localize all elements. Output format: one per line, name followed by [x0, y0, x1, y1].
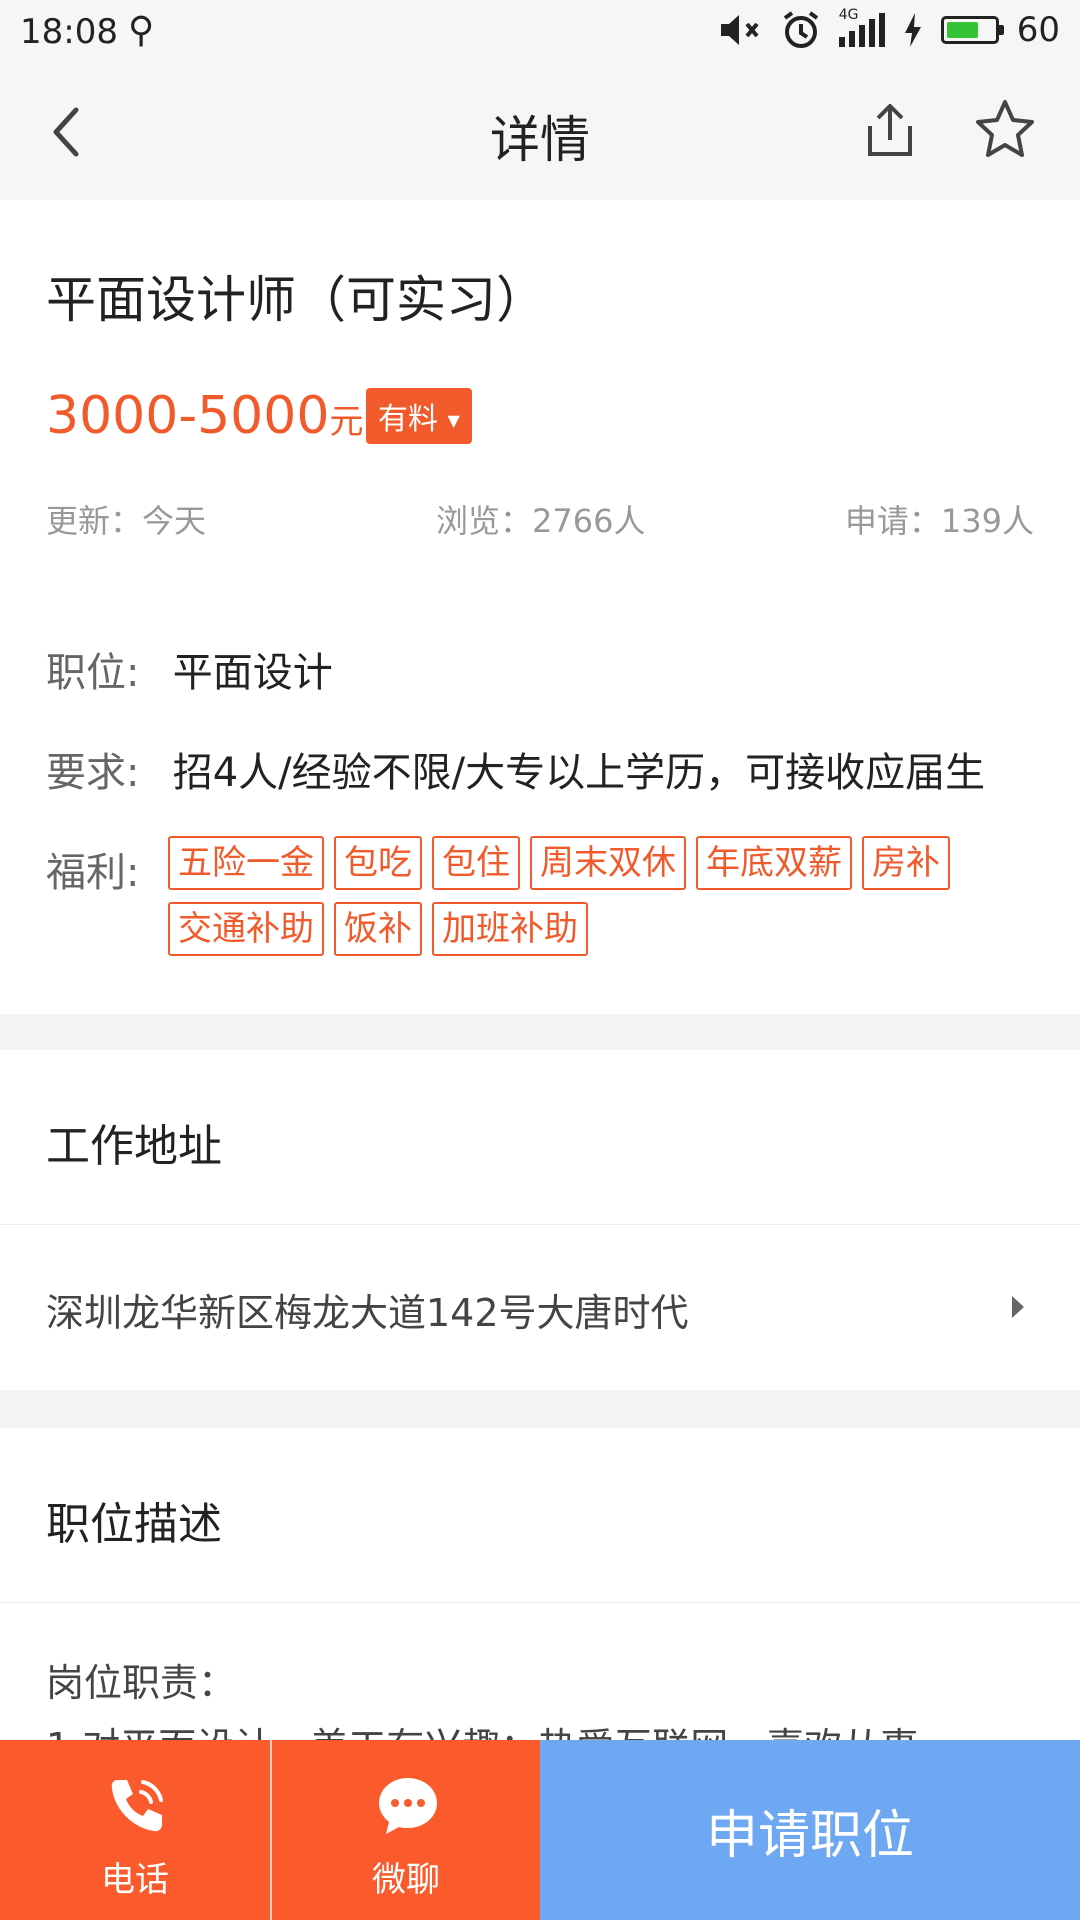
nav-bar: 详情	[0, 64, 1080, 200]
status-time: 18:08	[20, 12, 118, 52]
phone-label: 电话	[101, 1860, 169, 1900]
salary-unit: 元	[329, 402, 364, 442]
benefits-label: 福利:	[46, 850, 140, 896]
address-section-title: 工作地址	[46, 1121, 222, 1172]
job-header: 平面设计师（可实习） 3000-5000元 有料 ▼ 更新：今天 浏览：2766…	[0, 200, 1080, 587]
benefit-tag: 年底双薪	[696, 836, 852, 890]
view-count: 浏览：2766人	[436, 502, 646, 540]
charging-icon	[904, 13, 921, 47]
youliao-label: 有料	[378, 402, 438, 437]
benefit-tag: 包吃	[334, 836, 422, 890]
battery-icon	[940, 16, 1004, 44]
star-icon[interactable]	[974, 98, 1036, 160]
position-label: 职位:	[46, 650, 140, 696]
status-icons: 4G 60	[719, 7, 1060, 50]
benefits-row: 福利:	[46, 840, 160, 898]
salary: 3000-5000元	[46, 386, 363, 446]
chat-icon	[379, 1778, 437, 1834]
status-bar: 18:08 ⚲ 4G 60	[0, 0, 1080, 64]
benefit-tag: 加班补助	[432, 902, 588, 956]
description-section-title: 职位描述	[46, 1499, 222, 1550]
phone-button[interactable]: 电话	[0, 1740, 270, 1920]
divider	[0, 1224, 1080, 1225]
position-row: 职位: 平面设计	[46, 640, 333, 698]
battery-level: 60	[1016, 10, 1060, 50]
youliao-tag[interactable]: 有料 ▼	[366, 388, 472, 444]
benefit-tag: 包住	[432, 836, 520, 890]
share-icon[interactable]	[860, 100, 920, 160]
caret-down-icon: ▼	[447, 411, 460, 430]
requirement-value: 招4人/经验不限/大专以上学历，可接收应届生	[172, 750, 986, 796]
benefit-tag: 交通补助	[168, 902, 324, 956]
benefit-tag: 饭补	[334, 902, 422, 956]
benefit-tag: 房补	[862, 836, 950, 890]
section-separator	[0, 1390, 1080, 1428]
phone-icon	[111, 1780, 163, 1832]
address-text: 深圳龙华新区梅龙大道142号大唐时代	[46, 1291, 689, 1335]
job-title: 平面设计师（可实习）	[46, 271, 546, 329]
chat-button[interactable]: 微聊	[270, 1740, 540, 1920]
usb-icon: ⚲	[128, 10, 155, 51]
update-time: 更新：今天	[46, 502, 207, 540]
salary-range: 3000-5000	[46, 386, 330, 446]
arrow-right-icon	[1012, 1296, 1024, 1318]
divider	[0, 1602, 1080, 1603]
benefit-tag: 周末双休	[530, 836, 686, 890]
position-value: 平面设计	[172, 650, 333, 696]
job-info: 职位: 平面设计 要求: 招4人/经验不限/大专以上学历，可接收应届生 福利: …	[0, 586, 1080, 1014]
apply-button[interactable]: 申请职位	[540, 1740, 1080, 1920]
apply-count: 申请：139人	[844, 502, 1034, 540]
requirement-label: 要求:	[46, 750, 140, 796]
network-signal: 4G	[838, 7, 885, 47]
benefits-list: 五险一金 包吃 包住 周末双休 年底双薪 房补 交通补助 饭补 加班补助	[168, 836, 1028, 956]
requirement-row: 要求: 招4人/经验不限/大专以上学历，可接收应届生	[46, 740, 985, 798]
bottom-bar: 电话 微聊 申请职位	[0, 1740, 1080, 1920]
alarm-icon	[783, 11, 818, 48]
chat-label: 微聊	[372, 1860, 440, 1900]
duty-heading: 岗位职责：	[46, 1661, 237, 1705]
benefit-tag: 五险一金	[168, 836, 324, 890]
network-type: 4G	[838, 7, 859, 23]
section-separator	[0, 1014, 1080, 1050]
mute-icon	[720, 15, 759, 45]
